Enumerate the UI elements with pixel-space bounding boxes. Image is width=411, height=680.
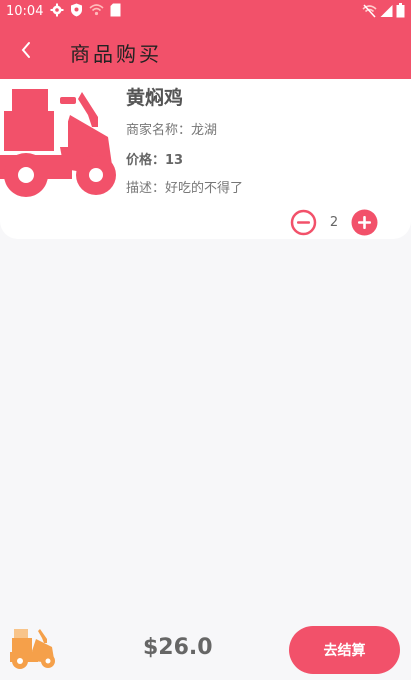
quantity-value: 2: [329, 215, 339, 230]
app-bar: 商品购买: [0, 24, 411, 79]
chevron-left-icon: [21, 42, 30, 58]
signal-icon: [380, 4, 393, 17]
merchant-name: 商家名称：龙湖: [126, 123, 218, 138]
product-price: 价格：13: [126, 153, 184, 168]
product-card[interactable]: 黄焖鸡 商家名称：龙湖 价格：13 描述：好吃的不得了 2: [0, 79, 411, 239]
sdcard-icon: [110, 3, 121, 17]
checkout-button[interactable]: 去结算: [289, 626, 400, 674]
gear-icon: [50, 3, 64, 17]
battery-icon: [396, 3, 405, 18]
quantity-stepper: 2: [290, 209, 378, 236]
checkout-bar: $26.0 去结算: [0, 617, 411, 680]
wifi-off-icon: [362, 3, 377, 18]
shield-icon: [71, 3, 82, 17]
total-price: $26.0: [143, 635, 213, 660]
status-bar: 10:04: [0, 0, 411, 24]
wifi-icon: [89, 4, 104, 16]
status-time: 10:04: [6, 4, 44, 19]
delivery-scooter-icon[interactable]: [10, 625, 58, 669]
product-description: 描述：好吃的不得了: [126, 181, 244, 196]
increase-quantity-button[interactable]: [351, 209, 378, 236]
decrease-quantity-button[interactable]: [290, 209, 317, 236]
delivery-scooter-icon: [0, 89, 116, 197]
page-title: 商品购买: [70, 42, 162, 66]
product-name: 黄焖鸡: [126, 87, 184, 109]
status-icons-left: [50, 3, 121, 17]
back-button[interactable]: [8, 32, 44, 68]
status-icons-right: [362, 3, 405, 18]
